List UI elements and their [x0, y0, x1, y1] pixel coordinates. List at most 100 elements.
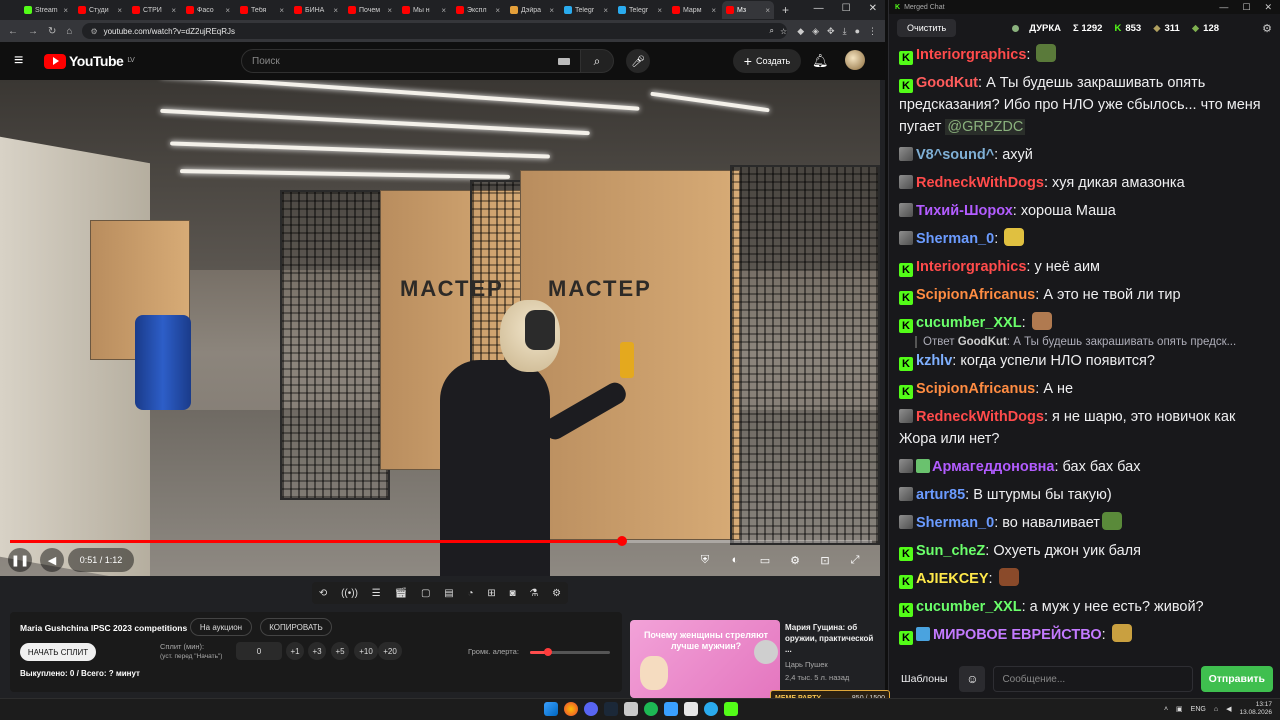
menu-dots-icon[interactable]: ⋮ [868, 26, 877, 37]
notifications-bell-icon[interactable]: 🔔︎ [812, 53, 829, 69]
tab-close-icon[interactable]: × [225, 6, 230, 15]
increment-button[interactable]: +1 [286, 642, 304, 660]
auction-button[interactable]: На аукцион [190, 618, 252, 636]
autoplay-toggle[interactable]: ◐ [722, 548, 748, 572]
chat-username[interactable]: Interiorgraphics [916, 259, 1026, 275]
search-input[interactable]: Поиск [241, 49, 581, 73]
forward-icon[interactable]: → [28, 26, 38, 37]
keyboard-icon[interactable] [558, 58, 570, 65]
chat-username[interactable]: ScipionAfricanus [916, 287, 1035, 303]
browser-tab[interactable]: Мы н × [398, 1, 450, 19]
tab-close-icon[interactable]: × [549, 6, 554, 15]
emoji-button[interactable]: ☺ [959, 666, 986, 692]
chat-username[interactable]: RedneckWithDogs [916, 175, 1044, 191]
profile-icon[interactable]: ● [855, 26, 860, 37]
volume-button[interactable]: ◀ [40, 548, 64, 572]
tab-close-icon[interactable]: × [279, 6, 284, 15]
chat-username[interactable]: Тихий-Шорох [916, 203, 1013, 219]
back-icon[interactable]: ← [8, 26, 18, 37]
extensions-puzzle-icon[interactable]: ✥ [827, 26, 835, 37]
video-progress-bar[interactable] [10, 536, 872, 546]
youtube-logo[interactable]: YouTube LV [44, 53, 135, 69]
browser-tab[interactable]: Экспл × [452, 1, 504, 19]
settings-button[interactable]: ⚙ [784, 548, 806, 572]
browser-tab[interactable]: СТРИ × [128, 1, 180, 19]
loop-icon[interactable]: ⟲ [319, 588, 327, 599]
spotify-icon[interactable] [644, 702, 658, 716]
site-info-icon[interactable]: ⚙ [90, 27, 97, 36]
browser-tab[interactable]: Почем × [344, 1, 396, 19]
chat-username[interactable]: ScipionAfricanus [916, 381, 1035, 397]
chat-username[interactable]: RedneckWithDogs [916, 409, 1044, 425]
tab-close-icon[interactable]: × [765, 6, 770, 15]
speaker-icon[interactable]: ◀ [1226, 705, 1231, 713]
app-icon[interactable] [684, 702, 698, 716]
chat-username[interactable]: Sun_cheZ [916, 543, 985, 559]
tab-close-icon[interactable]: × [333, 6, 338, 15]
discord-icon[interactable] [584, 702, 598, 716]
chrome-icon[interactable] [564, 702, 578, 716]
extension-icon[interactable]: ◆ [797, 26, 804, 37]
steam-icon[interactable] [604, 702, 618, 716]
browser-tab[interactable]: Telegr × [560, 1, 612, 19]
tab-close-icon[interactable]: × [657, 6, 662, 15]
increment-button[interactable]: +10 [354, 642, 378, 660]
telegram-icon[interactable] [704, 702, 718, 716]
voice-search-button[interactable]: 🎤︎ [626, 49, 650, 73]
add-icon[interactable]: ⊞ [487, 588, 495, 599]
tab-close-icon[interactable]: × [387, 6, 392, 15]
chat-username[interactable]: AJIEKCEY [916, 571, 989, 587]
recommended-video[interactable]: Почему женщины стреляют лучше мужчин? Ма… [630, 620, 880, 698]
alert-volume-knob[interactable] [543, 648, 552, 656]
start-icon[interactable] [544, 702, 558, 716]
speed-icon[interactable]: ◔ [467, 588, 473, 599]
language-indicator[interactable]: ENG [1191, 706, 1206, 713]
chat-username[interactable]: GoodKut [916, 75, 978, 91]
extension-icon[interactable]: ◈ [812, 26, 819, 37]
fullscreen-button[interactable]: ⤢ [844, 548, 866, 572]
alert-volume-slider[interactable] [530, 648, 610, 656]
video-thumbnail[interactable]: Почему женщины стреляют лучше мужчин? [630, 620, 780, 698]
chat-username[interactable]: kzhlv [916, 353, 952, 369]
bookmark-star-icon[interactable]: ☆ [780, 27, 787, 36]
minimize-icon[interactable]: — [814, 3, 824, 14]
increment-button[interactable]: +3 [308, 642, 326, 660]
browser-tab[interactable]: Дэйра × [506, 1, 558, 19]
tab-close-icon[interactable]: × [117, 6, 122, 15]
sponsorblock-button[interactable]: ⛨ [694, 548, 716, 572]
pause-button[interactable]: ❚❚ [8, 548, 32, 572]
chat-username[interactable]: cucumber_XXL [916, 599, 1022, 615]
minimize-icon[interactable]: — [1219, 2, 1228, 13]
tab-close-icon[interactable]: × [495, 6, 500, 15]
tab-close-icon[interactable]: × [711, 6, 716, 15]
hamburger-menu-icon[interactable]: ≡ [14, 52, 28, 70]
start-split-button[interactable]: НАЧАТЬ СПЛИТ [20, 643, 96, 661]
clear-button[interactable]: Очистить [897, 19, 957, 37]
chat-settings-icon[interactable]: ⚙ [1262, 22, 1272, 35]
home-icon[interactable]: ⌂ [66, 26, 72, 37]
clapper-icon[interactable]: 🎬︎ [394, 588, 407, 599]
close-icon[interactable]: ✕ [1264, 2, 1272, 13]
increment-button[interactable]: +20 [378, 642, 402, 660]
tab-close-icon[interactable]: × [603, 6, 608, 15]
increment-button[interactable]: +5 [331, 642, 349, 660]
tray-app-icon[interactable]: ▣ [1176, 705, 1183, 713]
audio-icon[interactable]: ((•)) [341, 588, 358, 599]
browser-tab[interactable]: БИНА × [290, 1, 342, 19]
maximize-icon[interactable]: ☐ [842, 3, 851, 14]
split-minutes-input[interactable]: 0 [236, 642, 282, 660]
flask-icon[interactable]: ⚗ [529, 588, 538, 599]
send-button[interactable]: Отправить [1200, 666, 1273, 692]
reload-icon[interactable]: ↻ [48, 26, 56, 37]
browser-tab[interactable]: Марм × [668, 1, 720, 19]
download-icon[interactable]: ⤓ [843, 26, 847, 37]
progress-scrubber[interactable] [617, 536, 628, 546]
app-icon[interactable] [624, 702, 638, 716]
templates-button[interactable]: Шаблоны [897, 669, 951, 689]
reply-preview[interactable]: Ответ GoodKut: А Ты будешь закрашивать о… [915, 336, 1271, 348]
copy-button[interactable]: КОПИРОВАТЬ [260, 618, 332, 636]
recommended-channel[interactable]: Царь Пушек [785, 660, 828, 669]
browser-tab[interactable]: Telegr × [614, 1, 666, 19]
subtitles-button[interactable]: ▭ [754, 548, 776, 572]
maximize-icon[interactable]: ☐ [1242, 2, 1250, 13]
